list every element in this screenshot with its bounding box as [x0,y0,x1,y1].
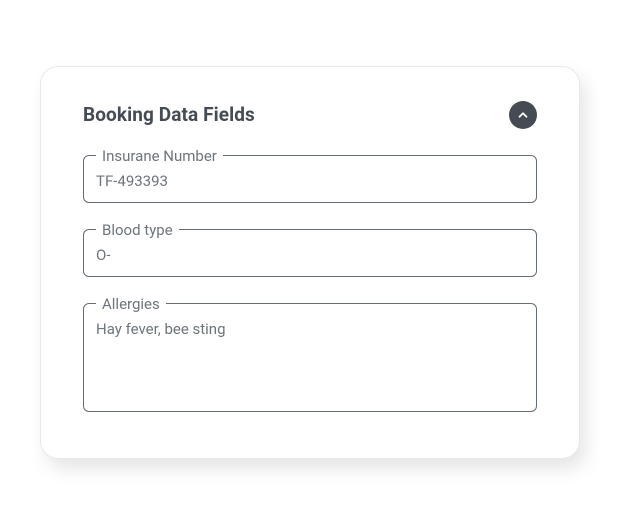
blood-type-label: Blood type [96,221,179,239]
allergies-label: Allergies [96,295,166,313]
insurance-number-field-group: Insurane Number [83,147,537,203]
chevron-up-icon [516,108,530,122]
panel-header: Booking Data Fields [83,101,537,129]
collapse-button[interactable] [509,101,537,129]
blood-type-input[interactable] [96,245,524,266]
allergies-input[interactable] [96,319,524,397]
allergies-field-group: Allergies [83,295,537,412]
blood-type-field-group: Blood type [83,221,537,277]
booking-data-panel: Booking Data Fields Insurane Number Bloo… [40,66,580,459]
insurance-number-input[interactable] [96,171,524,192]
panel-title: Booking Data Fields [83,103,255,126]
insurance-number-label: Insurane Number [96,147,223,165]
